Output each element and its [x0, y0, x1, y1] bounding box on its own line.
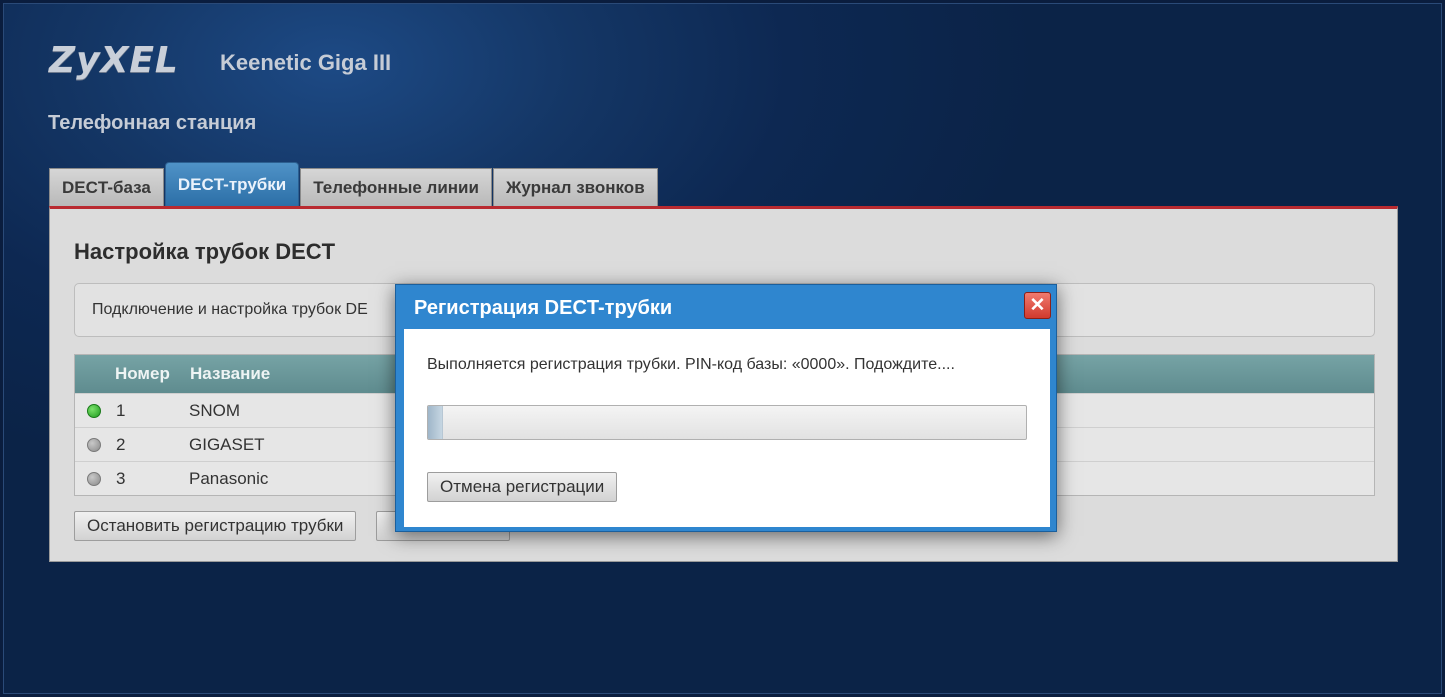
tab-bar: DECT-база DECT-трубки Телефонные линии Ж…	[49, 162, 659, 206]
column-header-number: Номер	[115, 364, 170, 383]
status-indicator-icon	[87, 403, 101, 418]
status-indicator-icon	[87, 437, 101, 452]
tab-dect-base[interactable]: DECT-база	[49, 168, 164, 206]
registration-progress-bar	[427, 405, 1027, 440]
handset-number: 1	[116, 400, 126, 420]
dialog-message: Выполняется регистрация трубки. PIN-код …	[427, 356, 955, 373]
stop-registration-button[interactable]: Остановить регистрацию трубки	[74, 511, 357, 541]
info-text: Подключение и настройка трубок DE	[92, 301, 368, 318]
handset-name: GIGASET	[189, 434, 265, 454]
handset-name: SNOM	[189, 400, 240, 420]
device-model: Keenetic Giga III	[220, 50, 392, 75]
tab-dect-handsets[interactable]: DECT-трубки	[164, 162, 300, 206]
handset-number: 2	[116, 434, 126, 454]
tab-call-log[interactable]: Журнал звонков	[492, 168, 658, 206]
close-icon[interactable]: ✕	[1024, 292, 1051, 319]
zyxel-logo: ZyXEL	[49, 40, 179, 81]
dialog-title: Регистрация DECT-трубки	[414, 297, 673, 319]
handset-number: 3	[116, 468, 126, 488]
registration-dialog: Регистрация DECT-трубки ✕ Выполняется ре…	[395, 284, 1057, 532]
cancel-registration-button[interactable]: Отмена регистрации	[427, 472, 618, 502]
status-indicator-icon	[87, 471, 101, 486]
panel-heading: Настройка трубок DECT	[74, 239, 336, 264]
section-title: Телефонная станция	[48, 112, 257, 134]
tab-phone-lines[interactable]: Телефонные линии	[300, 168, 492, 206]
handset-name: Panasonic	[189, 468, 269, 488]
progress-fill	[428, 406, 443, 439]
column-header-name: Название	[190, 364, 271, 383]
dialog-body: Выполняется регистрация трубки. PIN-код …	[404, 329, 1050, 527]
app-window: ZyXEL Keenetic Giga III Телефонная станц…	[3, 3, 1442, 694]
